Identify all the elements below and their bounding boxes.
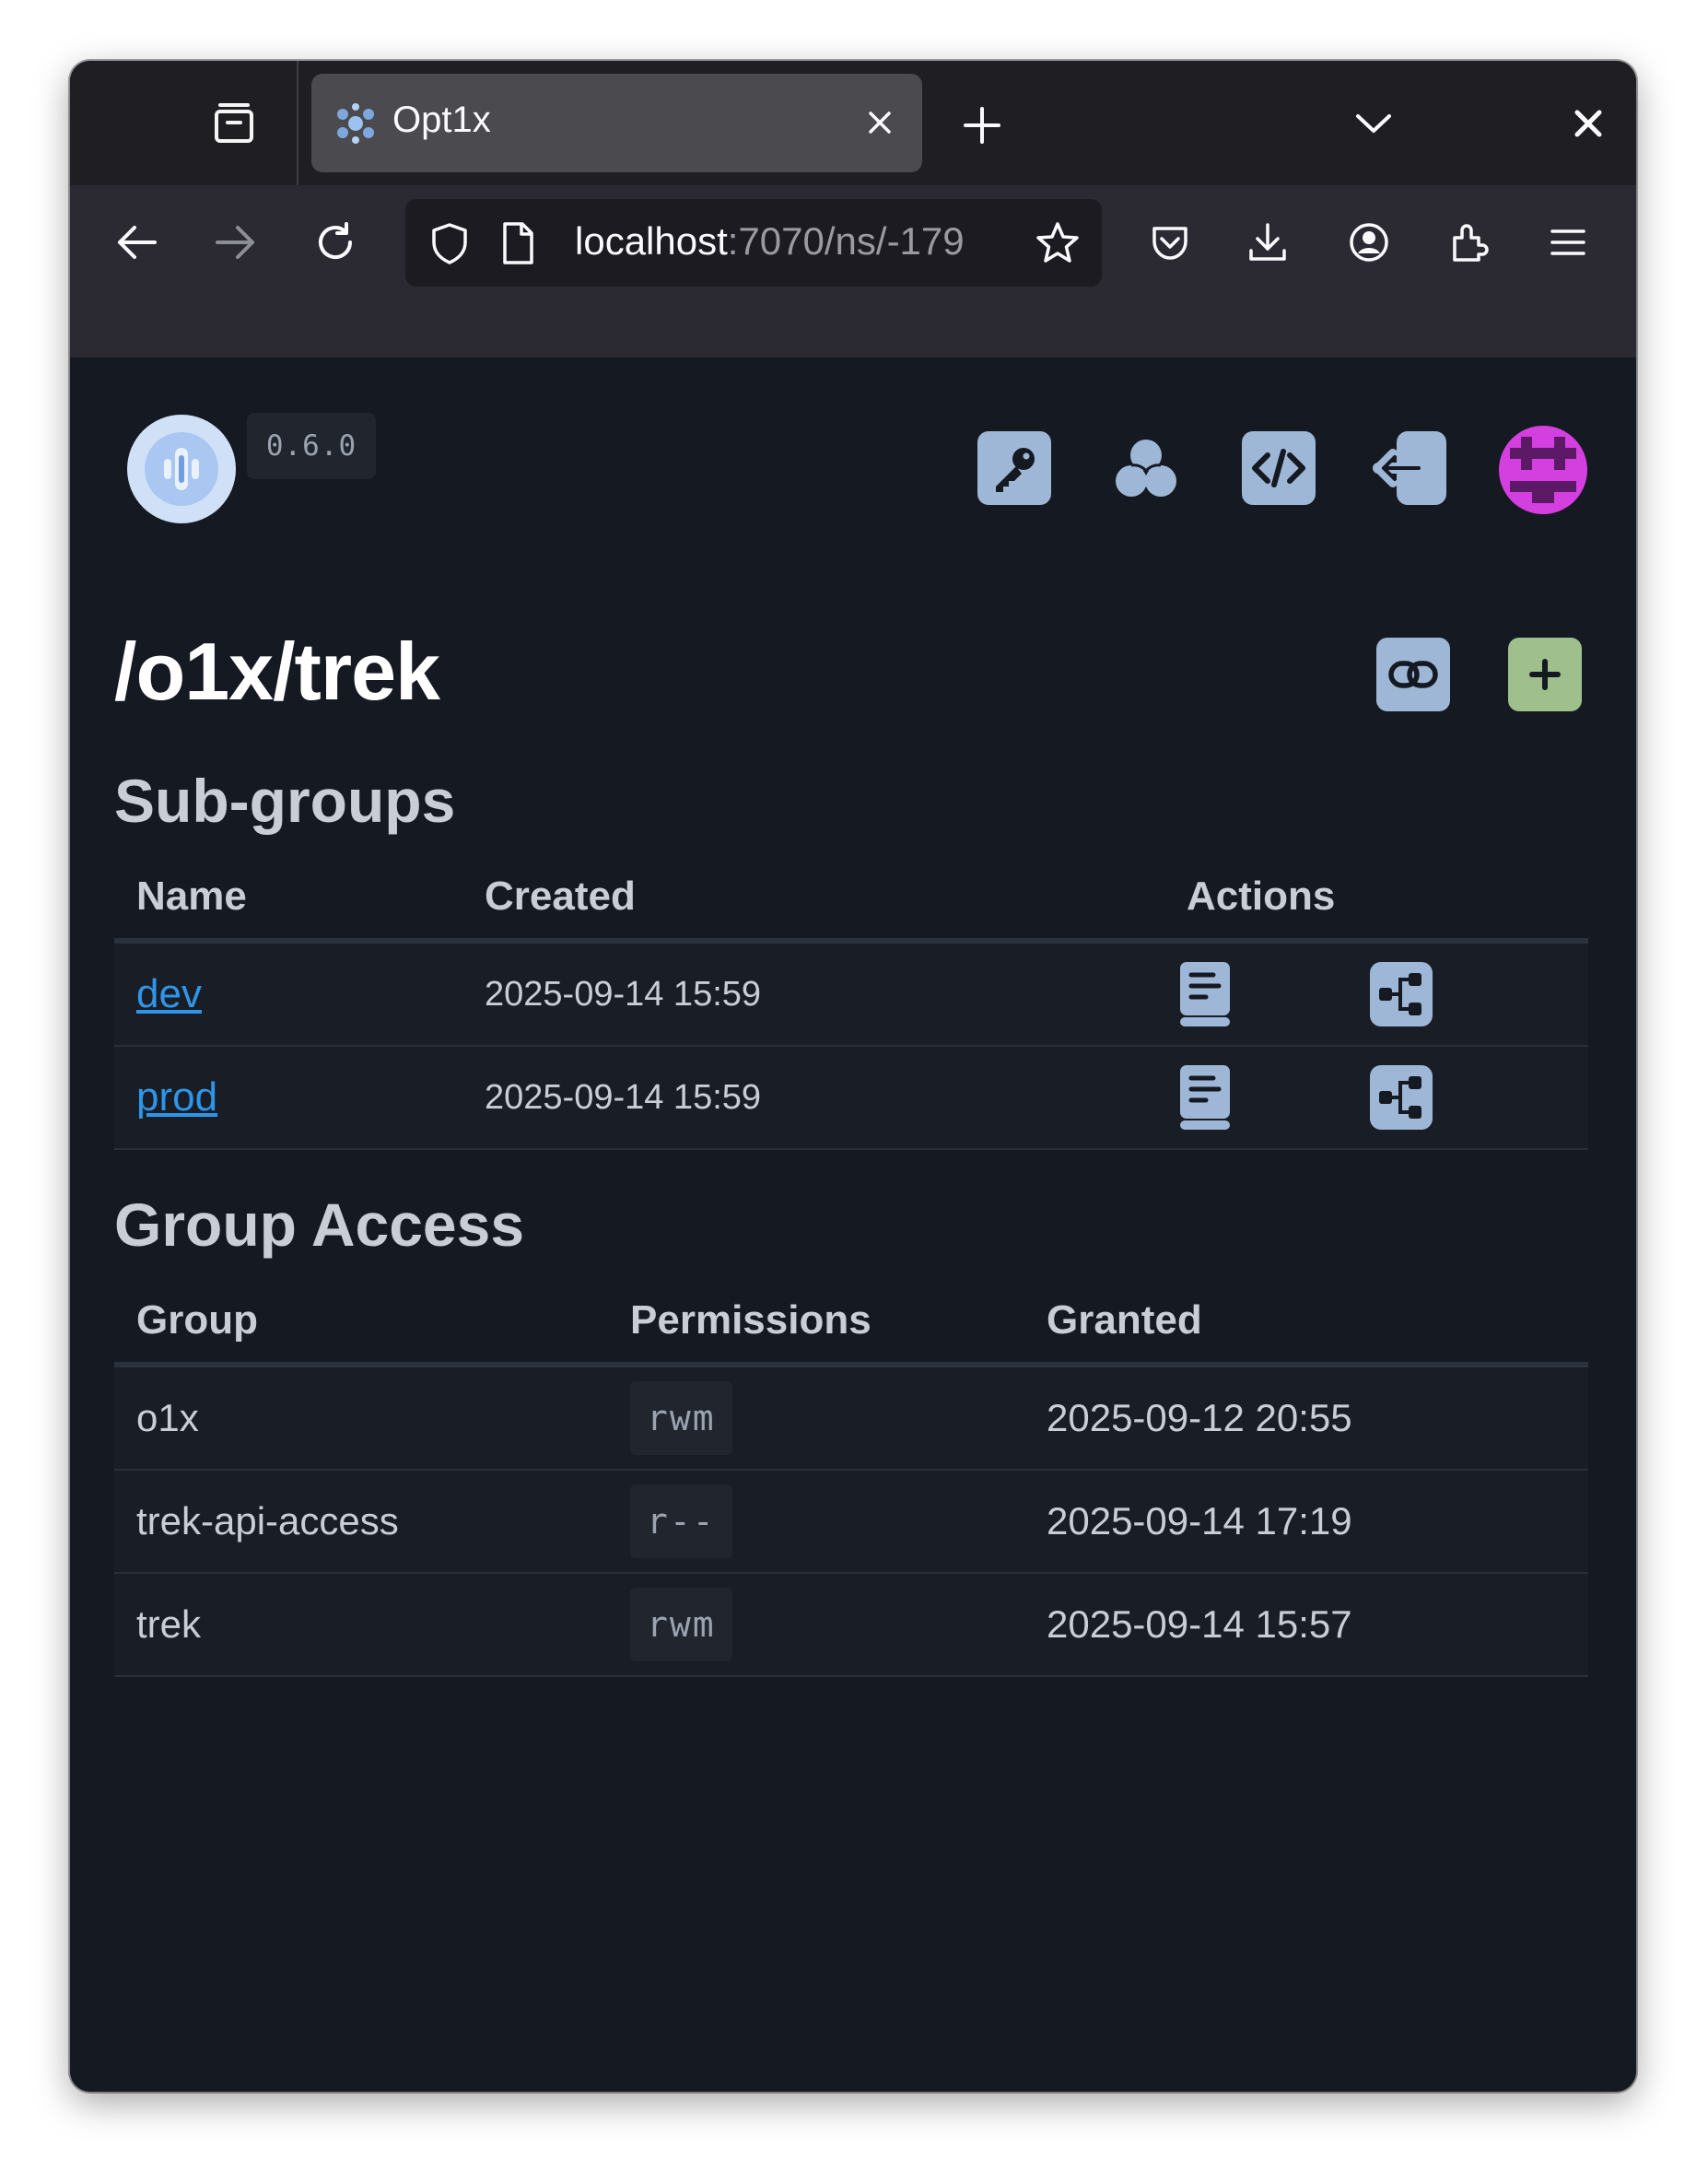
back-arrow-icon[interactable]: [111, 217, 162, 268]
page-content: 0.6.0 /o1x/trek Sub-groups Name Created …: [70, 358, 1636, 2092]
hamburger-menu-icon[interactable]: [1542, 217, 1594, 268]
column-header-created: Created: [462, 855, 1164, 944]
add-icon[interactable]: [1508, 638, 1582, 711]
column-header-group: Group: [114, 1279, 608, 1367]
permissions-badge: r--: [630, 1484, 732, 1558]
key-icon[interactable]: [977, 431, 1051, 505]
created-date: 2025-09-14 15:59: [462, 941, 1164, 1047]
group-name: trek: [114, 1573, 608, 1677]
page-info-icon[interactable]: [492, 217, 544, 269]
navigation-bar: localhost:7070/ns/-179: [70, 185, 1636, 358]
code-icon[interactable]: [1242, 431, 1316, 505]
url-host: localhost: [575, 219, 728, 263]
table-row: dev 2025-09-14 15:59: [114, 941, 1588, 1047]
bookmark-star-icon[interactable]: [1032, 217, 1083, 269]
group-name: trek-api-access: [114, 1470, 608, 1574]
version-badge: 0.6.0: [247, 413, 376, 479]
tab-strip: Opt1x: [70, 61, 1636, 185]
hierarchy-icon[interactable]: [1368, 960, 1433, 1028]
permissions-badge: rwm: [630, 1588, 732, 1661]
column-header-name: Name: [114, 855, 462, 944]
subgroup-link-prod[interactable]: prod: [136, 1074, 217, 1120]
tab-divider: [297, 61, 298, 185]
url-path: :7070/ns/-179: [727, 219, 965, 263]
table-row: trek rwm 2025-09-14 15:57: [114, 1573, 1588, 1677]
link-icon[interactable]: [1376, 638, 1450, 711]
group-access-heading: Group Access: [114, 1191, 525, 1259]
url-text[interactable]: localhost:7070/ns/-179: [575, 219, 1008, 264]
column-header-actions: Actions: [1164, 855, 1588, 944]
close-tab-icon[interactable]: [861, 104, 898, 141]
group-access-table: Group Permissions Granted o1x rwm 2025-0…: [114, 1279, 1588, 1677]
forward-arrow-icon[interactable]: [210, 217, 262, 268]
column-header-permissions: Permissions: [608, 1279, 1024, 1367]
shield-icon[interactable]: [424, 217, 475, 269]
tab-title: Opt1x: [392, 100, 491, 140]
account-icon[interactable]: [1343, 217, 1395, 268]
app-logo[interactable]: [127, 415, 236, 523]
table-row: prod 2025-09-14 15:59: [114, 1046, 1588, 1150]
permissions-badge: rwm: [630, 1381, 732, 1455]
tab-overview-icon[interactable]: [208, 98, 260, 149]
user-avatar[interactable]: [1499, 426, 1587, 514]
column-header-granted: Granted: [1024, 1279, 1588, 1367]
granted-date: 2025-09-12 20:55: [1024, 1365, 1588, 1471]
chevron-down-icon[interactable]: [1352, 105, 1395, 142]
download-icon[interactable]: [1242, 217, 1293, 268]
group-name: o1x: [114, 1365, 608, 1471]
hierarchy-icon[interactable]: [1368, 1063, 1433, 1132]
browser-window: Opt1x localhost:7070/ns/-179 0.6.0 /o1x/…: [70, 61, 1636, 2092]
groups-icon[interactable]: [1109, 431, 1183, 505]
table-header-row: Name Created Actions: [114, 855, 1588, 944]
active-tab[interactable]: Opt1x: [311, 74, 922, 172]
subgroup-link-dev[interactable]: dev: [136, 971, 202, 1016]
app-favicon-icon: [333, 101, 378, 146]
address-bar[interactable]: localhost:7070/ns/-179: [405, 199, 1102, 287]
book-icon[interactable]: [1175, 1063, 1235, 1132]
new-tab-icon[interactable]: [958, 101, 1006, 149]
table-row: o1x rwm 2025-09-12 20:55: [114, 1365, 1588, 1471]
subgroups-heading: Sub-groups: [114, 767, 456, 835]
table-row: trek-api-access r-- 2025-09-14 17:19: [114, 1470, 1588, 1574]
subgroups-table: Name Created Actions dev 2025-09-14 15:5…: [114, 855, 1588, 1150]
granted-date: 2025-09-14 15:57: [1024, 1573, 1588, 1677]
created-date: 2025-09-14 15:59: [462, 1046, 1164, 1150]
page-title: /o1x/trek: [114, 626, 440, 717]
book-icon[interactable]: [1175, 960, 1235, 1028]
extensions-icon[interactable]: [1443, 217, 1494, 268]
window-close-icon[interactable]: [1572, 107, 1605, 140]
granted-date: 2025-09-14 17:19: [1024, 1470, 1588, 1574]
table-header-row: Group Permissions Granted: [114, 1279, 1588, 1367]
pocket-icon[interactable]: [1144, 217, 1196, 268]
reload-icon[interactable]: [310, 217, 361, 268]
sign-out-icon[interactable]: [1373, 431, 1446, 505]
